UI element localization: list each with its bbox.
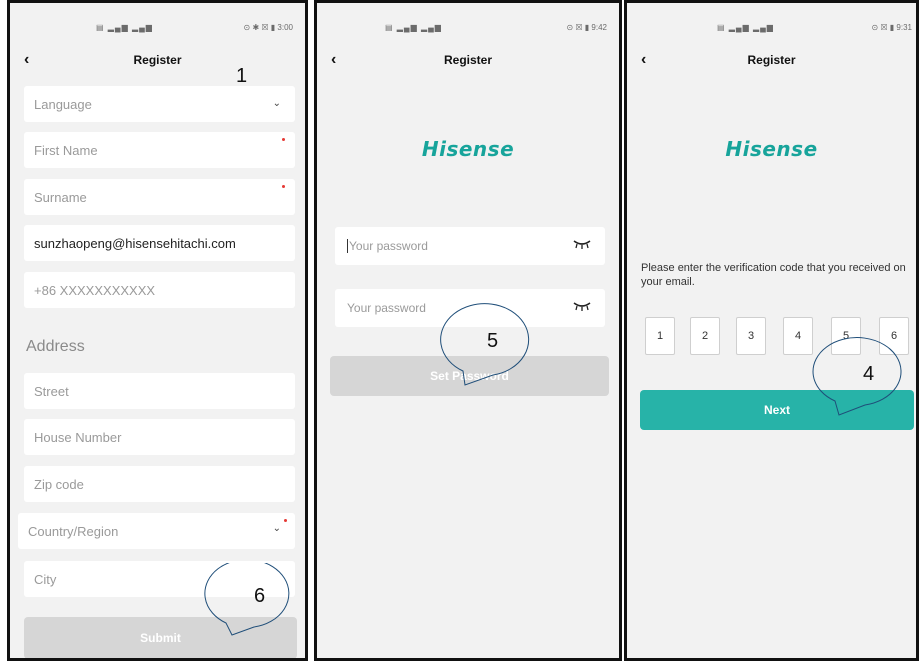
signal-icon: ▤ ▂▄▆ ▂▄▆ — [385, 23, 442, 32]
back-chevron-icon[interactable]: ‹ — [24, 52, 29, 68]
code-digit-box[interactable]: 2 — [690, 317, 720, 355]
callout-number: 5 — [487, 330, 499, 352]
hisense-logo: Hisense — [725, 137, 818, 161]
register-screen-password: ▤ ▂▄▆ ▂▄▆ ⊙ ☒ ▮ 9:42 ‹ Register Hisense … — [314, 0, 622, 661]
status-right: ⊙ ☒ ▮ 9:31 — [871, 23, 912, 32]
phone-placeholder: +86 XXXXXXXXXXX — [34, 282, 156, 298]
chevron-down-icon: ⌄ — [272, 523, 281, 534]
password-field[interactable]: Your password — [335, 227, 605, 265]
street-field[interactable]: Street — [24, 373, 295, 409]
callout-number: 4 — [863, 363, 875, 385]
phone-field[interactable]: +86 XXXXXXXXXXX — [24, 272, 295, 308]
city-placeholder: City — [34, 571, 57, 587]
status-right: ⊙ ✱ ☒ ▮ 3:00 — [243, 23, 293, 32]
callout-number: 6 — [254, 585, 266, 607]
callout-bubble — [204, 563, 290, 636]
address-section-title: Address — [26, 338, 85, 355]
verification-instructions: Please enter the verification code that … — [641, 262, 906, 288]
status-bar: ▤ ▂▄▆ ▂▄▆ ⊙ ✱ ☒ ▮ 3:00 — [10, 23, 305, 35]
status-bar: ▤ ▂▄▆ ▂▄▆ ⊙ ☒ ▮ 9:31 — [627, 23, 916, 35]
surname-placeholder: Surname — [34, 189, 87, 205]
code-digit-box[interactable]: 1 — [645, 317, 675, 355]
language-label: Language — [34, 96, 92, 112]
signal-icon: ▤ ▂▄▆ ▂▄▆ — [96, 23, 153, 32]
annotation-number: 1 — [236, 65, 248, 87]
chevron-down-icon: ⌄ — [272, 98, 281, 109]
page-header: ‹ Register — [627, 52, 916, 81]
zip-code-field[interactable]: Zip code — [24, 466, 295, 502]
page-title: Register — [443, 53, 493, 67]
page-title: Register — [133, 53, 182, 67]
status-bar: ▤ ▂▄▆ ▂▄▆ ⊙ ☒ ▮ 9:42 — [317, 23, 619, 35]
zip-code-placeholder: Zip code — [34, 476, 84, 492]
page-header: ‹ Register — [10, 52, 305, 81]
back-chevron-icon[interactable]: ‹ — [331, 52, 336, 68]
email-field[interactable]: sunzhaopeng@hisensehitachi.com — [24, 225, 295, 261]
email-value: sunzhaopeng@hisensehitachi.com — [34, 235, 236, 251]
required-indicator — [282, 185, 285, 188]
country-region-placeholder: Country/Region — [28, 523, 119, 539]
page-header: ‹ Register — [317, 52, 619, 81]
register-screen-verification: ▤ ▂▄▆ ▂▄▆ ⊙ ☒ ▮ 9:31 ‹ Register Hisense … — [624, 0, 919, 661]
street-placeholder: Street — [34, 383, 69, 399]
back-chevron-icon[interactable]: ‹ — [641, 52, 646, 68]
required-indicator — [284, 519, 287, 522]
callout-bubble — [812, 337, 902, 416]
signal-icon: ▤ ▂▄▆ ▂▄▆ — [717, 23, 774, 32]
password-placeholder: Your password — [347, 239, 428, 253]
confirm-password-placeholder: Your password — [347, 301, 426, 315]
callout-bubble — [440, 303, 530, 386]
required-indicator — [282, 138, 285, 141]
first-name-placeholder: First Name — [34, 142, 98, 158]
house-number-field[interactable]: House Number — [24, 419, 295, 455]
language-select[interactable]: Language ⌄ — [24, 86, 295, 122]
eye-closed-icon[interactable] — [573, 301, 591, 311]
register-screen-form: ▤ ▂▄▆ ▂▄▆ ⊙ ✱ ☒ ▮ 3:00 ‹ Register 1 Lang… — [7, 0, 308, 661]
surname-field[interactable]: Surname — [24, 179, 295, 215]
code-digit-box[interactable]: 3 — [736, 317, 766, 355]
eye-closed-icon[interactable] — [573, 239, 591, 249]
first-name-field[interactable]: First Name — [24, 132, 295, 168]
country-region-select[interactable]: Country/Region ⌄ — [18, 513, 295, 549]
page-title: Register — [747, 53, 796, 67]
status-right: ⊙ ☒ ▮ 9:42 — [566, 23, 607, 32]
hisense-logo: Hisense — [421, 137, 515, 161]
house-number-placeholder: House Number — [34, 429, 122, 445]
